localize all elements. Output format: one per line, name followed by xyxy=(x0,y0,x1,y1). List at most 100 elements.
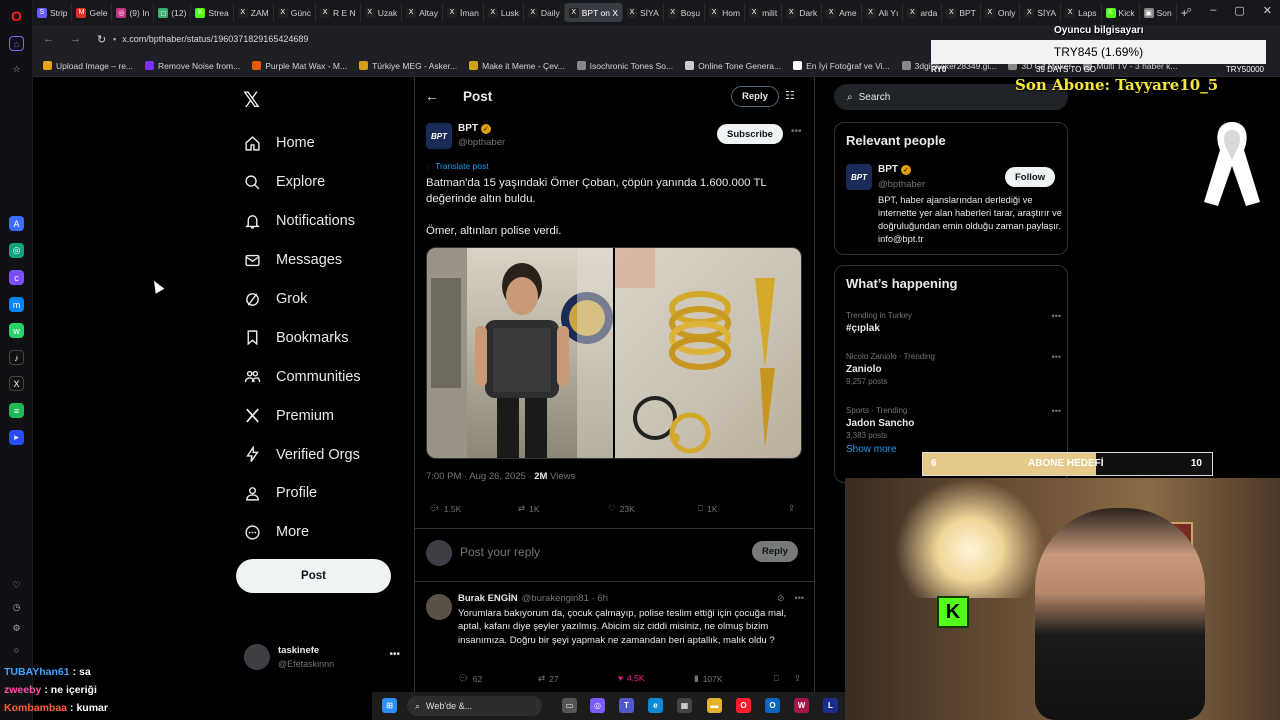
lightbulb-icon[interactable]: ○ xyxy=(9,642,24,657)
maximize-icon[interactable]: ▢ xyxy=(1234,4,1244,17)
author-avatar[interactable]: BPT xyxy=(846,164,872,190)
nav-item-notifications[interactable]: Notifications xyxy=(243,202,361,241)
forward-icon[interactable]: → xyxy=(70,33,81,46)
trend-more-icon[interactable]: ••• xyxy=(1052,311,1061,321)
aria-icon[interactable]: A xyxy=(9,216,24,231)
messenger-icon[interactable]: m xyxy=(9,297,24,312)
nav-item-explore[interactable]: Explore xyxy=(243,163,361,202)
nav-item-verified-orgs[interactable]: Verified Orgs xyxy=(243,435,361,474)
bookmark-item[interactable]: En İyi Fotoğraf ve Vi... xyxy=(793,61,890,71)
opera-logo-icon[interactable]: O xyxy=(9,8,24,24)
browser-tab[interactable]: X Boşu xyxy=(664,3,706,22)
minimize-icon[interactable]: – xyxy=(1210,4,1216,17)
author-avatar[interactable]: BPT xyxy=(426,123,452,149)
reload-icon[interactable]: ↻ xyxy=(97,33,106,46)
browser-tab[interactable]: ▣ Son xyxy=(1140,3,1177,22)
reply-author-name[interactable]: Burak ENGİN xyxy=(458,593,518,604)
photo-boy[interactable] xyxy=(427,248,613,458)
filter-icon[interactable]: ☷ xyxy=(785,89,795,102)
translate-link[interactable]: ◌ Translate post xyxy=(426,161,489,171)
browser-tab[interactable]: S Strip xyxy=(33,3,73,22)
heart-icon[interactable]: ♡ xyxy=(9,578,24,593)
account-switcher[interactable]: taskinefe @Efetaskinnn ••• xyxy=(244,643,404,673)
follow-button[interactable]: Follow xyxy=(1005,167,1056,187)
bookmark-item[interactable]: Make it Meme - Çev... xyxy=(469,61,565,71)
browser-tab[interactable]: XR E N xyxy=(316,3,361,22)
more-icon[interactable]: ••• xyxy=(389,649,400,660)
browser-tab[interactable]: X BPT xyxy=(942,3,981,22)
repost-action[interactable]: ⇄ 1K xyxy=(518,503,540,514)
whatsapp-icon[interactable]: w xyxy=(9,323,24,338)
app-icon[interactable]: c xyxy=(9,270,24,285)
browser-tab[interactable]: Xarda xyxy=(903,3,943,22)
author-name-row[interactable]: BPT ✓ xyxy=(458,123,491,134)
post-more-icon[interactable]: ••• xyxy=(791,126,802,137)
person-name-row[interactable]: BPT ✓ xyxy=(878,164,911,175)
close-icon[interactable]: ✕ xyxy=(1263,4,1272,17)
search-tabs-icon[interactable]: ⌕ xyxy=(1186,4,1192,17)
nav-item-more[interactable]: More xyxy=(243,513,361,552)
browser-tab[interactable]: X Günc xyxy=(274,3,317,22)
tiktok-icon[interactable]: ♪ xyxy=(9,350,24,365)
explorer-icon[interactable]: ▬ xyxy=(707,698,722,713)
bookmark-item[interactable]: Remove Noise from... xyxy=(145,61,240,71)
browser-tab[interactable]: X İman xyxy=(443,3,484,22)
bookmark-item[interactable]: Upload Image – re... xyxy=(43,61,133,71)
nav-item-communities[interactable]: Communities xyxy=(243,357,361,396)
nav-item-profile[interactable]: Profile xyxy=(243,474,361,513)
browser-tab[interactable]: Xmilit xyxy=(745,3,783,22)
site-info-icon[interactable]: ▪ xyxy=(113,34,116,44)
trend-more-icon[interactable]: ••• xyxy=(1052,406,1061,416)
windows-start-icon[interactable]: ⊞ xyxy=(382,698,397,713)
grok-icon[interactable]: ⊘ xyxy=(777,593,785,604)
winrar-icon[interactable]: W xyxy=(794,698,809,713)
home-icon[interactable]: ⌂ xyxy=(9,36,24,51)
like-action[interactable]: ♥ 4.5K xyxy=(618,673,645,683)
browser-tab[interactable]: X Altay xyxy=(402,3,443,22)
chat-username[interactable]: TUBAYhan61 xyxy=(4,666,70,678)
copilot-icon[interactable]: ◎ xyxy=(590,698,605,713)
chatgpt-icon[interactable]: ◎ xyxy=(9,243,24,258)
x-app-icon[interactable]: X xyxy=(9,376,24,391)
store-icon[interactable]: ▦ xyxy=(677,698,692,713)
task-view-icon[interactable]: ▭ xyxy=(562,698,577,713)
browser-tab[interactable]: X ZAM xyxy=(234,3,274,22)
avatar[interactable] xyxy=(426,594,452,620)
browser-tab[interactable]: ◻ (12) xyxy=(154,3,192,22)
browser-tab[interactable]: K Strea xyxy=(191,3,234,22)
reply-more-icon[interactable]: ••• xyxy=(795,593,804,604)
bookmark-item[interactable]: Türkiye MEG - Asker... xyxy=(359,61,457,71)
post-media[interactable] xyxy=(426,247,802,459)
post-time[interactable]: 7:00 PM · Aug 26, 2025 · xyxy=(426,471,534,482)
nav-item-bookmarks[interactable]: Bookmarks xyxy=(243,318,361,357)
browser-tab[interactable]: X Ame xyxy=(822,3,862,22)
browser-tab[interactable]: X Daily xyxy=(524,3,565,22)
browser-tab[interactable]: X SİYA xyxy=(1020,3,1062,22)
browser-tab[interactable]: X BPT on X xyxy=(564,3,623,22)
nav-item-premium[interactable]: Premium xyxy=(243,396,361,435)
x-logo-icon[interactable]: 𝕏 xyxy=(243,88,260,113)
app-l-icon[interactable]: L xyxy=(823,698,838,713)
browser-tab[interactable]: X SİYA xyxy=(623,3,664,22)
reply-action[interactable]: 💬︎ 62 xyxy=(458,673,482,684)
edge-icon[interactable]: e xyxy=(648,698,663,713)
chat-username[interactable]: zweeby xyxy=(4,684,41,696)
show-more-link[interactable]: Show more xyxy=(846,444,897,455)
bookmark-item[interactable]: Online Tone Genera... xyxy=(685,61,781,71)
nav-item-messages[interactable]: Messages xyxy=(243,241,361,280)
browser-tab[interactable]: X Ali Yı xyxy=(862,3,904,22)
bookmark-action[interactable]: ⎕ xyxy=(774,673,779,684)
taskbar-search[interactable]: ⌕ Web'de &... xyxy=(407,696,542,716)
views-action[interactable]: ▮ 107K xyxy=(694,673,723,684)
reply-input[interactable]: Post your reply xyxy=(460,545,540,559)
url-field[interactable]: ▪ x.com/bpthaber/status/1960371829165424… xyxy=(113,34,308,44)
nav-item-grok[interactable]: Grok xyxy=(243,280,361,319)
like-action[interactable]: ♡ 23K xyxy=(608,503,635,514)
outlook-icon[interactable]: O xyxy=(765,698,780,713)
player-icon[interactable]: ▸ xyxy=(9,430,24,445)
reply-action[interactable]: 💬︎ 1.5K xyxy=(429,503,461,514)
subscribe-button[interactable]: Subscribe xyxy=(717,124,783,144)
trend-more-icon[interactable]: ••• xyxy=(1052,352,1061,362)
post-button[interactable]: Post xyxy=(236,559,391,593)
back-icon[interactable]: ← xyxy=(43,33,54,46)
